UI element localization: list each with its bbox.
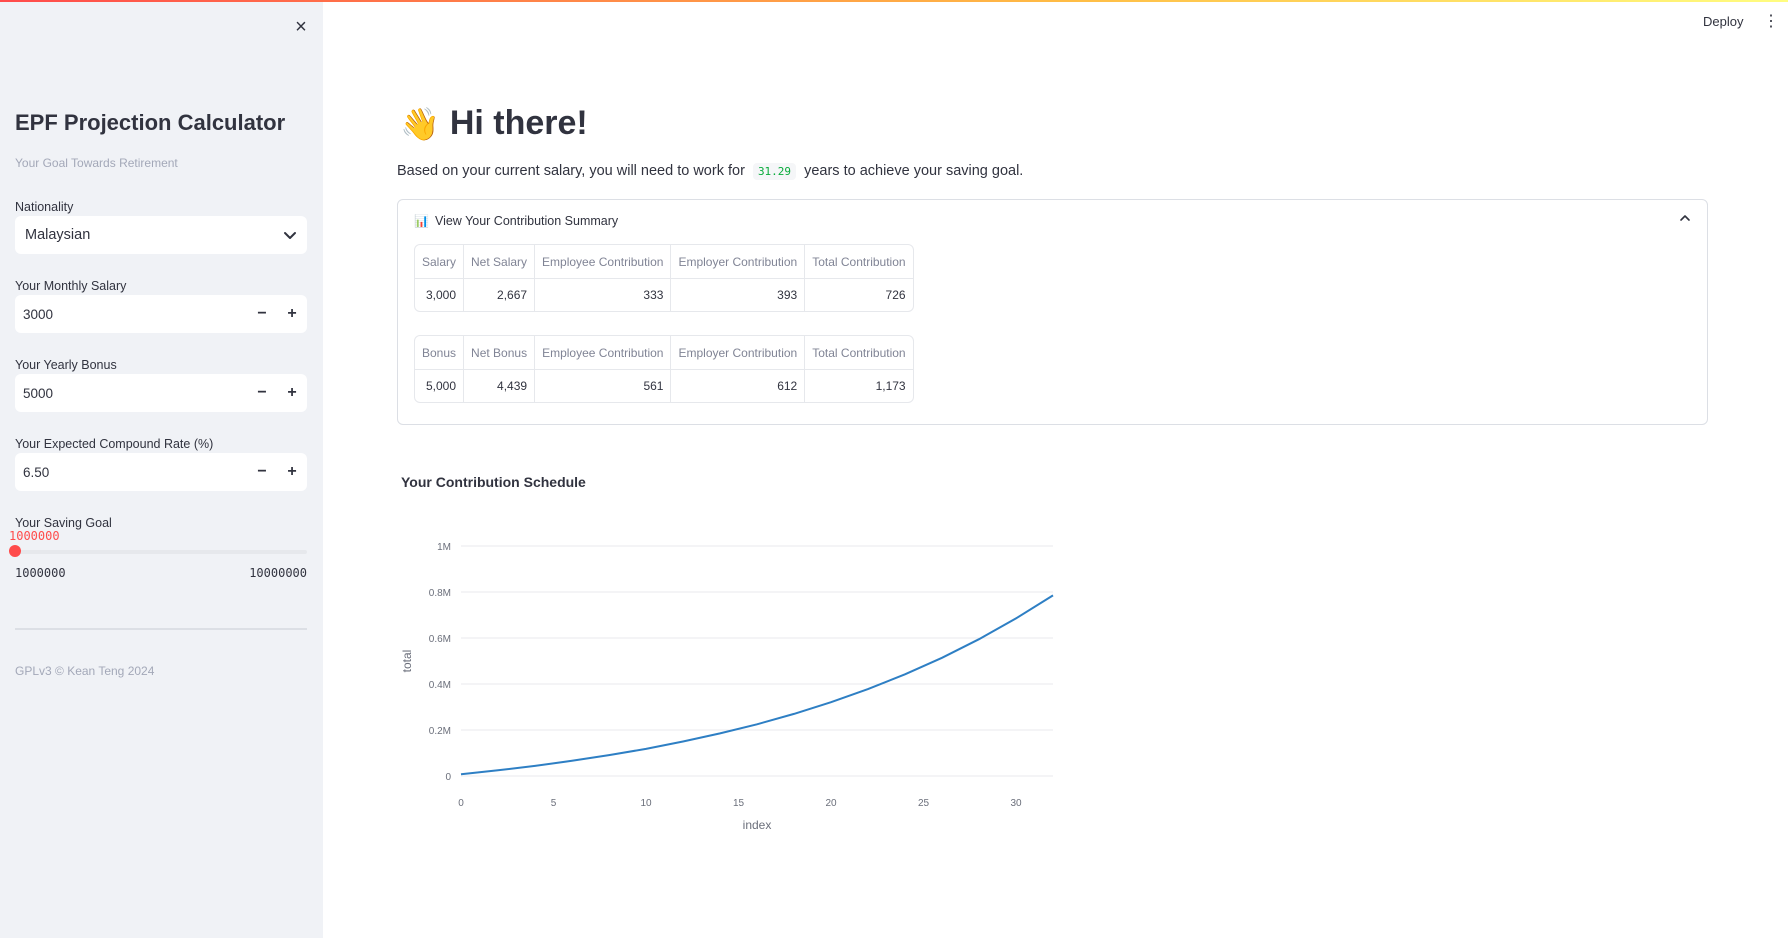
table-cell: 3,000 bbox=[415, 279, 465, 311]
x-axis-label: index bbox=[743, 818, 772, 832]
salary-table: Salary Net Salary Employee Contribution … bbox=[414, 244, 914, 312]
yearly-bonus-input[interactable]: 5000 − + bbox=[15, 374, 307, 412]
table-cell: 1,173 bbox=[875, 379, 906, 393]
table-header: Bonus bbox=[415, 336, 465, 370]
compound-rate-value[interactable]: 6.50 bbox=[15, 465, 247, 480]
y-tick-label: 0.6M bbox=[429, 634, 451, 645]
saving-goal-min: 1000000 bbox=[15, 566, 66, 580]
x-tick-label: 5 bbox=[551, 798, 557, 809]
table-cell: 333 bbox=[535, 279, 672, 311]
expander-label: View Your Contribution Summary bbox=[434, 214, 619, 228]
x-tick-label: 10 bbox=[640, 798, 652, 809]
table-header: Salary bbox=[415, 245, 465, 279]
sidebar-divider bbox=[15, 628, 307, 630]
compound-rate-increment-button[interactable]: + bbox=[277, 453, 307, 491]
sidebar-footer: GPLv3 © Kean Teng 2024 bbox=[15, 664, 155, 678]
table-cell: 561 bbox=[535, 370, 672, 402]
y-tick-label: 0 bbox=[445, 772, 451, 783]
series-line bbox=[460, 594, 1054, 776]
x-tick-label: 25 bbox=[918, 798, 930, 809]
compound-rate-decrement-button[interactable]: − bbox=[247, 453, 277, 491]
x-tick-label: 30 bbox=[1010, 798, 1022, 809]
years-value: 31.29 bbox=[752, 163, 797, 180]
sidebar-subtitle: Your Goal Towards Retirement bbox=[15, 156, 178, 170]
x-tick-label: 0 bbox=[458, 798, 464, 809]
saving-goal-slider-thumb[interactable] bbox=[9, 545, 21, 557]
monthly-salary-input[interactable]: 3000 − + bbox=[15, 295, 307, 333]
page-title: 👋 Hi there! bbox=[400, 104, 588, 143]
table-cell: 726 bbox=[885, 288, 906, 302]
saving-goal-max: 10000000 bbox=[249, 566, 307, 580]
nationality-value: Malaysian bbox=[25, 227, 91, 243]
sidebar: × EPF Projection Calculator Your Goal To… bbox=[0, 2, 323, 938]
y-axis-label: total bbox=[400, 650, 414, 673]
bonus-table: Bonus Net Bonus Employee Contribution Em… bbox=[414, 335, 914, 403]
contribution-summary-expander: 📊 View Your Contribution Summary Salary … bbox=[397, 199, 1708, 425]
summary-prefix: Based on your current salary, you will n… bbox=[397, 163, 745, 179]
table-row: 5,000 4,439 561 612 1,173 bbox=[415, 370, 913, 402]
table-cell: 5,000 bbox=[415, 370, 465, 402]
compound-rate-label: Your Expected Compound Rate (%) bbox=[15, 437, 214, 451]
nationality-select[interactable]: Malaysian bbox=[15, 216, 307, 254]
y-tick-label: 0.8M bbox=[429, 588, 451, 599]
y-tick-label: 0.4M bbox=[429, 680, 451, 691]
monthly-salary-label: Your Monthly Salary bbox=[15, 279, 127, 293]
waving-hand-icon: 👋 bbox=[400, 105, 440, 142]
table-header: Net Bonus bbox=[464, 336, 536, 370]
yearly-bonus-decrement-button[interactable]: − bbox=[247, 374, 277, 412]
y-tick-label: 0.2M bbox=[429, 726, 451, 737]
table-cell: 612 bbox=[671, 370, 806, 402]
close-icon[interactable]: × bbox=[290, 16, 312, 38]
y-tick-label: 1M bbox=[437, 542, 451, 553]
summary-suffix: years to achieve your saving goal. bbox=[804, 163, 1024, 179]
table-cell: 393 bbox=[671, 279, 806, 311]
chevron-up-icon[interactable] bbox=[1679, 212, 1691, 224]
compound-rate-input[interactable]: 6.50 − + bbox=[15, 453, 307, 491]
nationality-label: Nationality bbox=[15, 200, 74, 214]
bonus-table-header-row: Bonus Net Bonus Employee Contribution Em… bbox=[415, 336, 913, 370]
sidebar-title: EPF Projection Calculator bbox=[15, 110, 286, 135]
salary-table-header-row: Salary Net Salary Employee Contribution … bbox=[415, 245, 913, 279]
monthly-salary-value[interactable]: 3000 bbox=[15, 307, 247, 322]
table-cell: 2,667 bbox=[464, 279, 536, 311]
table-row: 3,000 2,667 333 393 726 bbox=[415, 279, 913, 311]
monthly-salary-increment-button[interactable]: + bbox=[277, 295, 307, 333]
saving-goal-slider-track[interactable] bbox=[15, 550, 307, 554]
x-tick-label: 15 bbox=[733, 798, 745, 809]
yearly-bonus-label: Your Yearly Bonus bbox=[15, 358, 117, 372]
bar-chart-icon: 📊 bbox=[414, 214, 429, 228]
table-header: Total Contribution bbox=[805, 336, 913, 370]
table-header: Employer Contribution bbox=[671, 336, 806, 370]
saving-goal-current-value: 1000000 bbox=[9, 529, 60, 543]
chevron-down-icon bbox=[284, 232, 296, 239]
x-tick-label: 20 bbox=[825, 798, 837, 809]
table-header: Employee Contribution bbox=[535, 245, 672, 279]
contribution-schedule-chart: 0 0.2M 0.4M 0.6M 0.8M 1M 0 5 10 15 20 25 30 index tota… bbox=[400, 542, 1054, 832]
monthly-salary-decrement-button[interactable]: − bbox=[247, 295, 277, 333]
greeting-text: Hi there! bbox=[449, 104, 588, 142]
table-cell: 4,439 bbox=[464, 370, 536, 402]
summary-text: Based on your current salary, you will n… bbox=[397, 163, 1024, 180]
table-header: Employer Contribution bbox=[671, 245, 806, 279]
table-header: Net Salary bbox=[464, 245, 536, 279]
table-header: Employee Contribution bbox=[535, 336, 672, 370]
table-header: Total Contribution bbox=[805, 245, 913, 279]
yearly-bonus-value[interactable]: 5000 bbox=[15, 386, 247, 401]
chart-title: Your Contribution Schedule bbox=[401, 474, 586, 490]
saving-goal-label: Your Saving Goal bbox=[15, 516, 112, 530]
expander-header[interactable]: 📊 View Your Contribution Summary bbox=[414, 214, 618, 228]
kebab-menu-icon[interactable]: ⋮ bbox=[1763, 13, 1779, 31]
yearly-bonus-increment-button[interactable]: + bbox=[277, 374, 307, 412]
deploy-button[interactable]: Deploy bbox=[1703, 14, 1743, 29]
